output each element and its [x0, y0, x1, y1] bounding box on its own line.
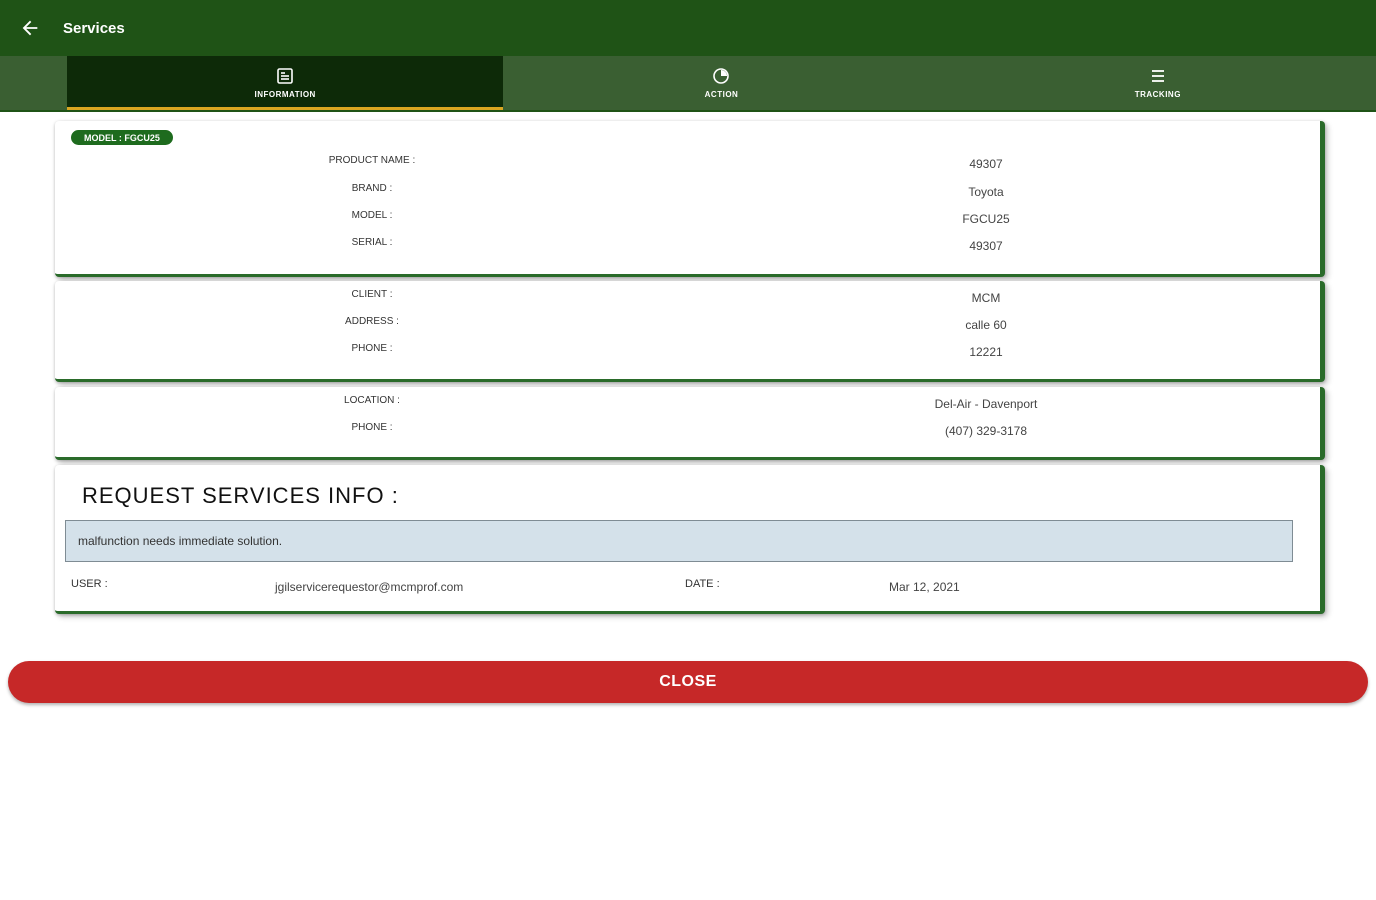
- tab-action[interactable]: ACTION: [503, 56, 939, 110]
- list-icon: [1149, 67, 1167, 85]
- info-row: ADDRESS : calle 60: [55, 314, 1320, 334]
- info-row: SERIAL : 49307: [55, 235, 1320, 255]
- info-row: PHONE : 12221: [55, 341, 1320, 361]
- serial-label: SERIAL :: [351, 237, 393, 248]
- info-row: BRAND : Toyota: [55, 181, 1320, 201]
- product-name-label: PRODUCT NAME :: [328, 155, 416, 166]
- request-description: malfunction needs immediate solution.: [65, 520, 1293, 562]
- brand-value: Toyota: [968, 185, 1004, 199]
- date-value: Mar 12, 2021: [889, 580, 960, 594]
- tab-label: TRACKING: [1134, 90, 1181, 99]
- tab-tracking[interactable]: TRACKING: [940, 56, 1376, 110]
- request-card: REQUEST SERVICES INFO : malfunction need…: [55, 465, 1325, 614]
- info-card-icon: [276, 67, 294, 85]
- request-title: REQUEST SERVICES INFO :: [82, 483, 399, 508]
- location-phone-label: PHONE :: [351, 422, 393, 433]
- equipment-card: MODEL : FGCU25 PRODUCT NAME : 49307 BRAN…: [55, 121, 1325, 277]
- info-row: PHONE : (407) 329-3178: [55, 420, 1320, 440]
- tab-spacer: [0, 56, 67, 110]
- action-icon: [712, 67, 730, 85]
- app-bar: Services: [0, 0, 1376, 56]
- model-badge: MODEL : FGCU25: [71, 130, 173, 145]
- address-label: ADDRESS :: [345, 316, 399, 327]
- info-row: MODEL : FGCU25: [55, 208, 1320, 228]
- info-row: CLIENT : MCM: [55, 287, 1320, 307]
- client-value: MCM: [971, 291, 1001, 305]
- location-phone-value: (407) 329-3178: [944, 424, 1028, 438]
- date-label: DATE :: [685, 578, 720, 590]
- model-label: MODEL :: [351, 210, 393, 221]
- client-phone-label: PHONE :: [351, 343, 393, 354]
- tab-bar: INFORMATION ACTION TRACKING: [0, 56, 1376, 112]
- location-value: Del-Air - Davenport: [934, 397, 1038, 411]
- info-row: PRODUCT NAME : 49307: [55, 153, 1320, 173]
- location-card: LOCATION : Del-Air - Davenport PHONE : (…: [55, 387, 1325, 460]
- client-phone-value: 12221: [969, 345, 1003, 359]
- tab-label: ACTION: [704, 90, 739, 99]
- client-card: CLIENT : MCM ADDRESS : calle 60 PHONE : …: [55, 281, 1325, 382]
- serial-value: 49307: [969, 239, 1003, 253]
- address-value: calle 60: [965, 318, 1007, 332]
- back-button[interactable]: [0, 0, 60, 56]
- info-row: LOCATION : Del-Air - Davenport: [55, 393, 1320, 413]
- tab-information[interactable]: INFORMATION: [67, 56, 504, 110]
- user-value: jgilservicerequestor@mcmprof.com: [275, 580, 464, 594]
- close-button[interactable]: CLOSE: [8, 661, 1368, 703]
- page-title: Services: [63, 19, 125, 37]
- location-label: LOCATION :: [344, 395, 400, 406]
- client-label: CLIENT :: [351, 289, 393, 300]
- tab-label: INFORMATION: [254, 90, 316, 99]
- model-value: FGCU25: [962, 212, 1010, 226]
- brand-label: BRAND :: [351, 183, 393, 194]
- user-label: USER :: [71, 578, 108, 590]
- product-name-value: 49307: [969, 157, 1003, 171]
- arrow-left-icon: [22, 20, 38, 36]
